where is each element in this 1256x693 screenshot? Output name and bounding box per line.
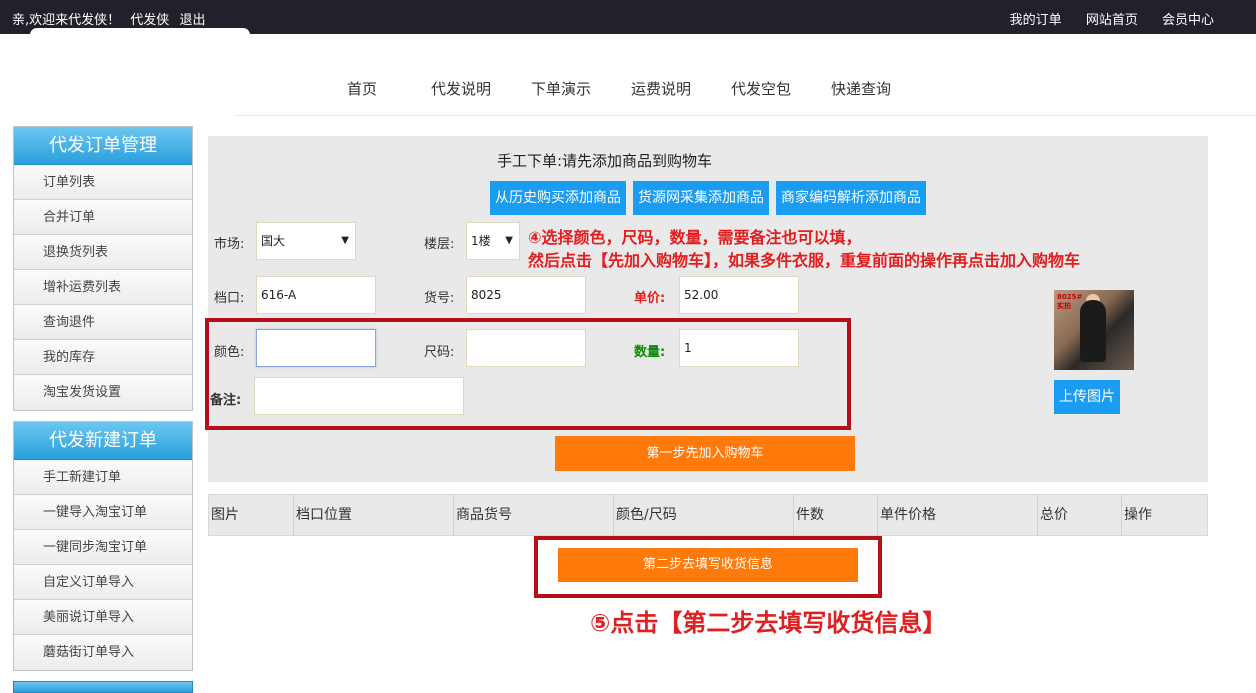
- upload-image-button[interactable]: 上传图片: [1054, 380, 1120, 414]
- floor-value: 1楼: [471, 234, 491, 248]
- market-value: 国大: [261, 234, 286, 248]
- sidebar-group-new-order: 代发新建订单 手工新建订单 一键导入淘宝订单 一键同步淘宝订单 自定义订单导入 …: [13, 421, 193, 671]
- sidebar-group-order-management: 代发订单管理 订单列表 合并订单 退换货列表 增补运费列表 查询退件 我的库存 …: [13, 126, 193, 411]
- nav-empty-parcel[interactable]: 代发空包: [731, 78, 791, 99]
- chevron-down-icon: ▼: [341, 235, 349, 246]
- add-from-source-button[interactable]: 货源网采集添加商品: [633, 181, 769, 215]
- sidebar-item-returns[interactable]: 退换货列表: [14, 235, 192, 270]
- col-unit-price: 单件价格: [877, 495, 1037, 535]
- col-stall: 档口位置: [293, 495, 453, 535]
- stall-input[interactable]: [256, 276, 376, 314]
- sidebar-item-meilishuo-import[interactable]: 美丽说订单导入: [14, 600, 192, 635]
- floor-select[interactable]: 1楼 ▼: [466, 222, 520, 260]
- sku-input[interactable]: [466, 276, 586, 314]
- sidebar-item-manual-order[interactable]: 手工新建订单: [14, 460, 192, 495]
- market-select[interactable]: 国大 ▼: [256, 222, 356, 260]
- username: 代发侠: [130, 13, 170, 28]
- thumbnail-tag: 8025# 实拍: [1057, 293, 1083, 310]
- nav-order-demo[interactable]: 下单演示: [531, 78, 591, 99]
- nav-home[interactable]: 首页: [347, 78, 377, 99]
- add-to-cart-button[interactable]: 第一步先加入购物车: [555, 436, 855, 471]
- logout-link[interactable]: 退出: [179, 13, 205, 28]
- welcome-area: 亲,欢迎来代发侠！ 代发侠 退出: [12, 9, 211, 28]
- top-links: 我的订单 网站首页 会员中心: [990, 9, 1214, 28]
- figure-body: [1080, 300, 1106, 362]
- sidebar-item-mogujie-import[interactable]: 蘑菇街订单导入: [14, 635, 192, 670]
- sidebar-item-custom-import[interactable]: 自定义订单导入: [14, 565, 192, 600]
- col-quantity: 件数: [793, 495, 877, 535]
- price-label: 单价:: [634, 291, 666, 306]
- add-from-history-button[interactable]: 从历史购买添加商品: [490, 181, 626, 215]
- sidebar-item-extra-shipping[interactable]: 增补运费列表: [14, 270, 192, 305]
- sidebar-item-query-returns[interactable]: 查询退件: [14, 305, 192, 340]
- add-from-code-button[interactable]: 商家编码解析添加商品: [776, 181, 926, 215]
- main-nav: 首页 代发说明 下单演示 运费说明 代发空包 快递查询: [0, 70, 1256, 106]
- chevron-down-icon: ▼: [505, 235, 513, 246]
- sidebar-group-next[interactable]: [13, 681, 193, 693]
- product-thumbnail: 8025# 实拍: [1054, 290, 1134, 370]
- nav-dropship-info[interactable]: 代发说明: [431, 78, 491, 99]
- member-center-link[interactable]: 会员中心: [1162, 13, 1214, 28]
- sidebar-group-title[interactable]: 代发订单管理: [14, 127, 192, 165]
- nav-shipping-info[interactable]: 运费说明: [631, 78, 691, 99]
- price-input[interactable]: [679, 276, 799, 314]
- cart-table-header: 图片 档口位置 商品货号 颜色/尺码 件数 单件价格 总价 操作: [208, 494, 1208, 536]
- manual-order-panel: 手工下单:请先添加商品到购物车 从历史购买添加商品 货源网采集添加商品 商家编码…: [208, 136, 1208, 482]
- sku-label: 货号:: [424, 291, 455, 306]
- stall-label: 档口:: [214, 291, 245, 306]
- annotation-box-step5: [534, 536, 882, 598]
- col-action: 操作: [1121, 495, 1207, 535]
- annotation-step5: ⑤点击【第二步去填写收货信息】: [590, 609, 947, 637]
- col-sku: 商品货号: [453, 495, 613, 535]
- sidebar: 代发订单管理 订单列表 合并订单 退换货列表 增补运费列表 查询退件 我的库存 …: [13, 126, 193, 693]
- market-label: 市场:: [214, 237, 245, 252]
- sidebar-item-merge-orders[interactable]: 合并订单: [14, 200, 192, 235]
- floor-label: 楼层:: [424, 237, 455, 252]
- sidebar-item-sync-taobao[interactable]: 一键同步淘宝订单: [14, 530, 192, 565]
- site-home-link[interactable]: 网站首页: [1086, 13, 1138, 28]
- panel-title: 手工下单:请先添加商品到购物车: [497, 152, 713, 170]
- welcome-text: 亲,欢迎来代发侠！: [12, 13, 121, 28]
- annotation-step4-line2: 然后点击【先加入购物车】，如果多件衣服，重复前面的操作再点击加入购物车: [528, 251, 1081, 270]
- annotation-step4-line1: ④选择颜色，尺码，数量，需要备注也可以填，: [528, 228, 862, 247]
- col-total: 总价: [1037, 495, 1121, 535]
- sidebar-item-order-list[interactable]: 订单列表: [14, 165, 192, 200]
- sidebar-item-taobao-settings[interactable]: 淘宝发货设置: [14, 375, 192, 410]
- sidebar-item-my-inventory[interactable]: 我的库存: [14, 340, 192, 375]
- my-orders-link[interactable]: 我的订单: [1010, 13, 1062, 28]
- annotation-box-step4: [205, 318, 851, 430]
- sidebar-item-import-taobao[interactable]: 一键导入淘宝订单: [14, 495, 192, 530]
- col-image: 图片: [211, 507, 239, 523]
- redaction-smudge: [30, 28, 250, 42]
- nav-divider: [236, 115, 1256, 116]
- col-color-size: 颜色/尺码: [613, 495, 793, 535]
- sidebar-group-title[interactable]: 代发新建订单: [14, 422, 192, 460]
- nav-express-tracking[interactable]: 快递查询: [831, 78, 891, 99]
